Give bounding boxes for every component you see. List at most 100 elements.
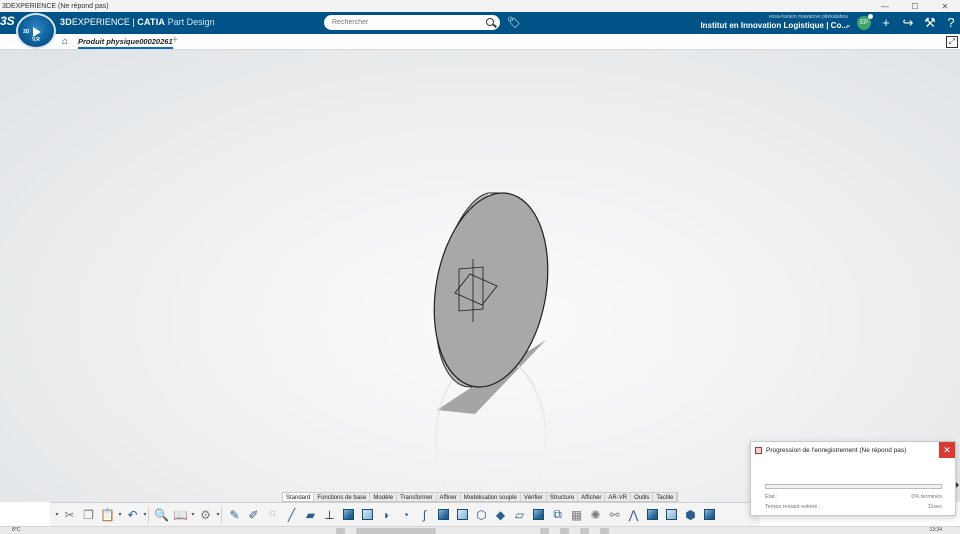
- draft-icon[interactable]: ◆: [491, 506, 510, 524]
- mirror-icon[interactable]: ⚯: [605, 506, 624, 524]
- os-taskbar: 8°C 13:34: [0, 526, 960, 534]
- section-tab-transformer[interactable]: Transformer: [397, 493, 437, 501]
- taskbar-app-icon[interactable]: [560, 528, 569, 534]
- add-tab-button[interactable]: +: [172, 35, 178, 46]
- point-icon[interactable]: □: [263, 506, 282, 524]
- section-tab-affiner[interactable]: Affiner: [437, 493, 461, 501]
- os-title-bar: 3DEXPERIENCE (Ne répond pas) — ☐ ✕: [0, 0, 960, 12]
- dialog-title: Progression de l'enregistrement (Ne répo…: [766, 446, 907, 454]
- assemble-icon[interactable]: [662, 506, 681, 524]
- compass-button[interactable]: 3D V,R: [16, 13, 56, 49]
- expand-icon[interactable]: ⤢: [946, 36, 958, 48]
- taskbar-clock[interactable]: 13:34: [929, 527, 942, 533]
- help-icon[interactable]: ?: [943, 15, 959, 30]
- thickness-cube: [533, 509, 544, 520]
- weather-temperature[interactable]: 8°C: [12, 527, 20, 533]
- avatar[interactable]: EP: [857, 14, 873, 30]
- search-input[interactable]: [332, 19, 472, 26]
- tab-produit-physique[interactable]: Produit physique00020261: [78, 37, 173, 49]
- section-tab-ar-vr[interactable]: AR-VR: [605, 493, 632, 501]
- play-icon: [33, 27, 41, 37]
- undo-icon[interactable]: ↶: [123, 506, 142, 524]
- split-icon[interactable]: ⧉: [548, 506, 567, 524]
- dialog-close-button[interactable]: ✕: [939, 442, 955, 458]
- dialog-app-icon: [755, 446, 762, 454]
- rib-icon[interactable]: ∫: [415, 506, 434, 524]
- user-info[interactable]: essa-hanem mawatove pitekatabou Institut…: [700, 14, 848, 30]
- tag-icon[interactable]: 🏷: [507, 16, 521, 29]
- axis-system-icon[interactable]: ⊥: [320, 506, 339, 524]
- save-progress-dialog: Progression de l'enregistrement (Ne répo…: [750, 441, 956, 516]
- compass-vr-label: V,R: [32, 37, 40, 43]
- search-icon[interactable]: [486, 18, 494, 26]
- section-tab-afficher[interactable]: Afficher: [578, 493, 606, 501]
- pocket-cube: [362, 509, 373, 520]
- section-tab-outils[interactable]: Outils: [631, 493, 654, 501]
- taskbar-app-icon[interactable]: [600, 528, 609, 534]
- positioned-sketch-icon[interactable]: ✐: [244, 506, 263, 524]
- section-tab-modelisation-souple[interactable]: Modélisation souple: [461, 493, 521, 501]
- assemble-cube: [666, 509, 677, 520]
- remove-icon[interactable]: [700, 506, 719, 524]
- remove-cube: [704, 509, 715, 520]
- part-geometry: [433, 192, 549, 502]
- time-label: Temps restant estimé :: [765, 504, 821, 510]
- close-window-button[interactable]: ✕: [930, 0, 960, 12]
- share-icon[interactable]: ↪: [900, 15, 916, 30]
- shell-icon[interactable]: ▱: [510, 506, 529, 524]
- section-tab-standard[interactable]: Standard: [283, 493, 315, 501]
- tools-icon[interactable]: ⚒: [922, 15, 938, 30]
- section-tab-modele[interactable]: Modèle: [370, 493, 398, 501]
- cut-icon[interactable]: ✂: [60, 506, 79, 524]
- plus-icon[interactable]: +: [878, 15, 894, 30]
- pocket-icon[interactable]: [358, 506, 377, 524]
- fillet-icon[interactable]: [453, 506, 472, 524]
- thickness-icon[interactable]: [529, 506, 548, 524]
- section-tab-structure[interactable]: Structure: [547, 493, 579, 501]
- boolean-icon[interactable]: [643, 506, 662, 524]
- taskbar-app-icon[interactable]: [540, 528, 549, 534]
- taskbar-search[interactable]: [356, 528, 436, 534]
- circular-pattern-icon[interactable]: ✺: [586, 506, 605, 524]
- user-email: essa-hanem mawatove pitekatabou: [769, 14, 848, 20]
- ds-logo: 3S: [0, 14, 15, 28]
- hole-cube: [438, 509, 449, 520]
- section-tab-verifier[interactable]: Vérifier: [521, 493, 547, 501]
- line-icon[interactable]: ╱: [282, 506, 301, 524]
- plane-icon[interactable]: ▰: [301, 506, 320, 524]
- pattern-icon[interactable]: ▦: [567, 506, 586, 524]
- pad-icon[interactable]: [339, 506, 358, 524]
- dialog-time-row: Temps restant estimé : 11sec: [765, 504, 942, 510]
- add-icon[interactable]: ⬢: [681, 506, 700, 524]
- section-tab-fonctions-de-base[interactable]: Fonctions de base: [314, 493, 371, 501]
- shaft-icon[interactable]: ◗: [377, 506, 396, 524]
- minimize-button[interactable]: —: [870, 0, 900, 12]
- brand-title: 3DEXPERIENCE | CATIA Part Design: [60, 17, 215, 27]
- start-icon[interactable]: [336, 528, 345, 534]
- user-org: Institut en Innovation Logistique | Co..…: [700, 21, 848, 30]
- chamfer-icon[interactable]: ⬡: [472, 506, 491, 524]
- time-value: 11sec: [927, 504, 942, 510]
- hole-icon[interactable]: [434, 506, 453, 524]
- chevron-down-icon[interactable]: ⌄: [845, 20, 852, 29]
- symmetry-icon[interactable]: ⋀: [624, 506, 643, 524]
- sketch-icon[interactable]: ✎: [225, 506, 244, 524]
- settings-gear-icon[interactable]: ⚙: [196, 506, 215, 524]
- taskbar-app-icon[interactable]: [580, 528, 589, 534]
- 3d-viewport[interactable]: [0, 50, 960, 502]
- view-book-icon[interactable]: 📖: [171, 506, 190, 524]
- side-panel-handle-icon[interactable]: [956, 482, 960, 488]
- copy-icon[interactable]: ❐: [79, 506, 98, 524]
- os-window-controls: — ☐ ✕: [870, 0, 960, 12]
- maximize-button[interactable]: ☐: [900, 0, 930, 12]
- search-box[interactable]: [324, 15, 500, 30]
- part-front-face: [433, 192, 549, 388]
- home-icon[interactable]: ⌂: [62, 36, 68, 47]
- brand-prefix: 3D: [60, 17, 72, 27]
- groove-icon[interactable]: ◔: [396, 506, 415, 524]
- dialog-state-row: Etat : 0% terminés: [765, 494, 942, 500]
- section-tab-tactile[interactable]: Tactile: [653, 493, 678, 501]
- paste-icon[interactable]: 📋: [98, 506, 117, 524]
- zoom-icon[interactable]: 🔍: [152, 506, 171, 524]
- tab-bar: ⌂ Produit physique00020261 + ⤢: [0, 34, 960, 50]
